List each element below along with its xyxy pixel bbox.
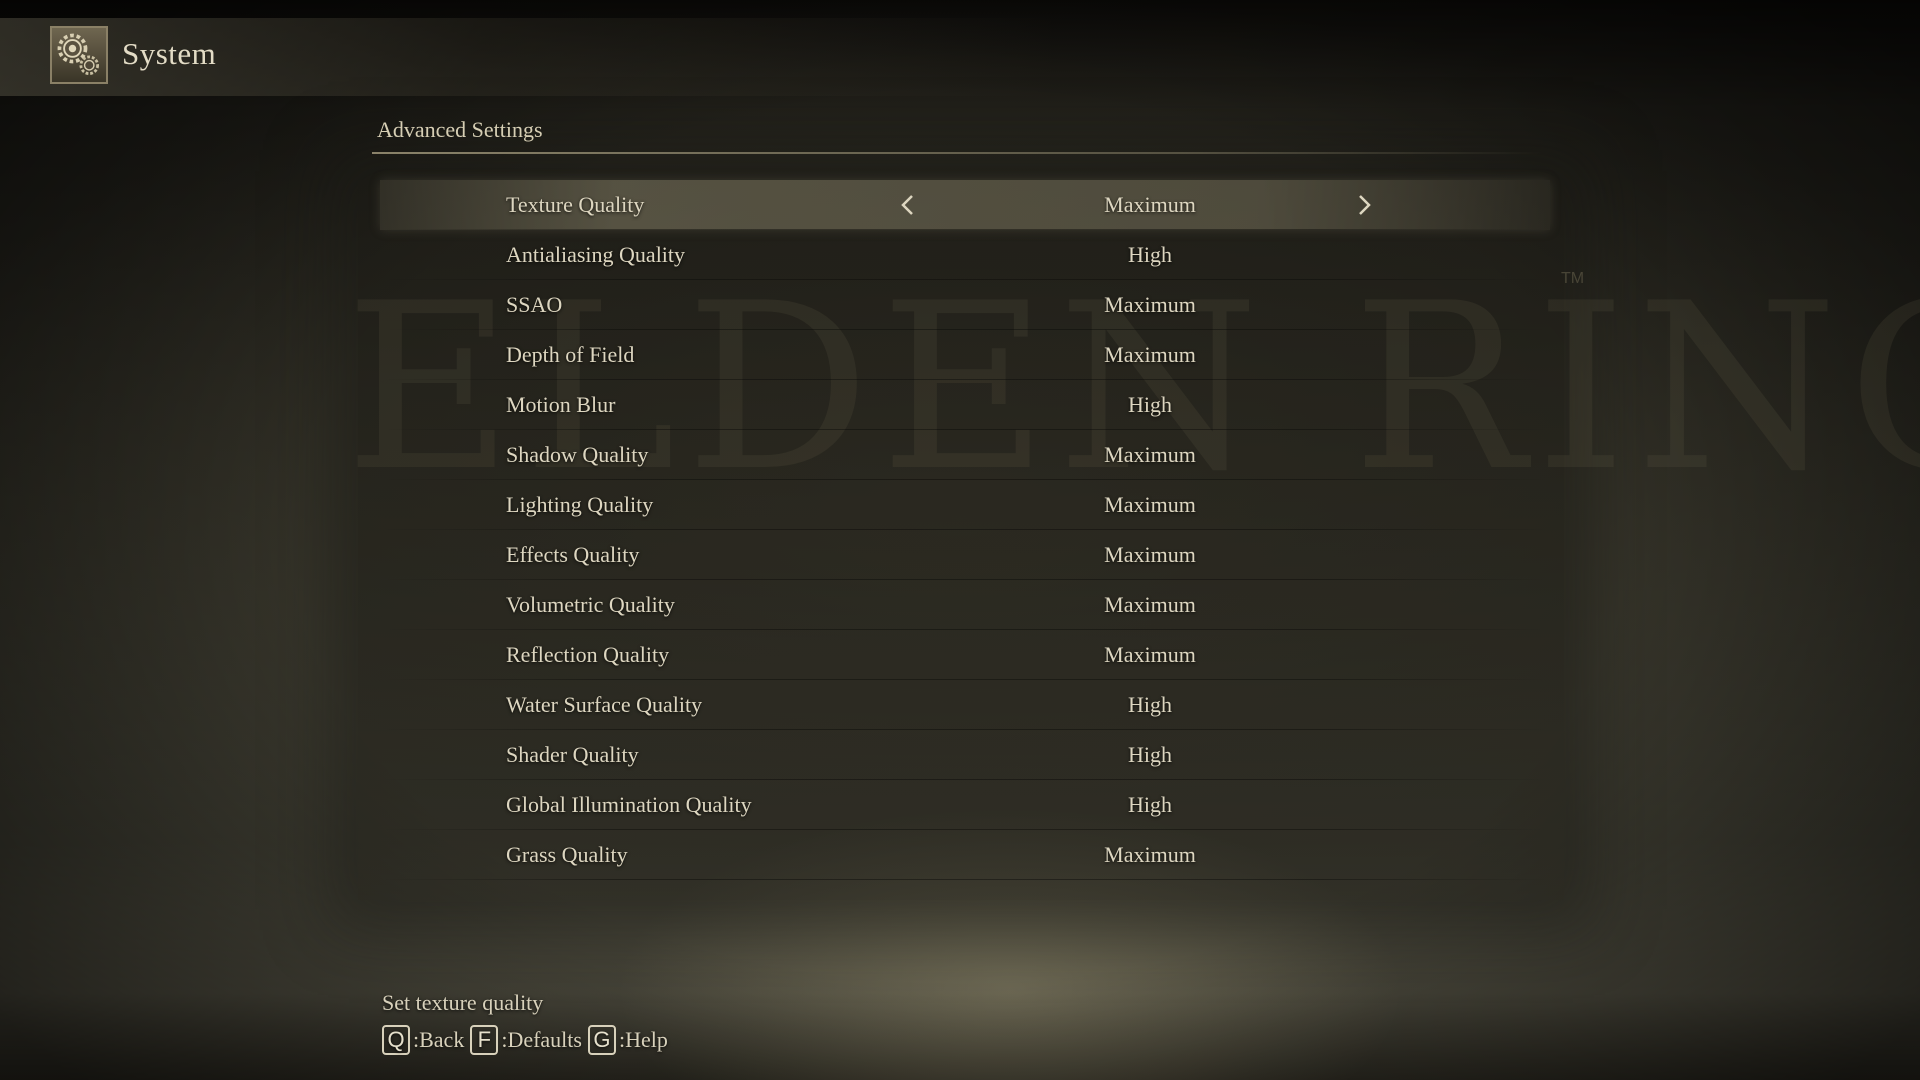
control-hints: Q :Back F :Defaults G :Help — [382, 1024, 674, 1056]
key-g-icon: G — [587, 1025, 616, 1055]
setting-value: High — [1128, 692, 1172, 717]
setting-label: Grass Quality — [506, 842, 628, 867]
setting-value: Maximum — [1104, 292, 1196, 317]
trademark-mark: TM — [1561, 270, 1585, 287]
setting-label: Motion Blur — [506, 392, 616, 417]
help-text: Set texture quality — [382, 990, 544, 1015]
setting-row-water-surface-quality[interactable]: Water Surface Quality High — [380, 680, 1550, 730]
setting-value: Maximum — [1104, 192, 1196, 217]
setting-value: Maximum — [1104, 542, 1196, 567]
setting-row-shadow-quality[interactable]: Shadow Quality Maximum — [380, 430, 1550, 480]
setting-value: High — [1128, 392, 1172, 417]
setting-value: Maximum — [1104, 642, 1196, 667]
control-label: :Defaults — [501, 1027, 582, 1052]
setting-label: Reflection Quality — [506, 642, 670, 667]
key-f-icon: F — [470, 1025, 499, 1055]
setting-value: Maximum — [1104, 492, 1196, 517]
setting-value: Maximum — [1104, 442, 1196, 467]
header-bar — [0, 18, 1920, 96]
setting-label: Shadow Quality — [506, 442, 649, 467]
defaults-control[interactable]: F :Defaults — [470, 1025, 582, 1055]
setting-label: Volumetric Quality — [506, 592, 675, 617]
setting-label: SSAO — [506, 292, 563, 317]
setting-row-volumetric-quality[interactable]: Volumetric Quality Maximum — [380, 580, 1550, 630]
setting-value: Maximum — [1104, 342, 1196, 367]
setting-value: Maximum — [1104, 592, 1196, 617]
setting-label: Global Illumination Quality — [506, 792, 752, 817]
setting-row-antialiasing-quality[interactable]: Antialiasing Quality High — [380, 230, 1550, 280]
setting-label: Shader Quality — [506, 742, 639, 767]
chevron-left-icon[interactable] — [898, 193, 918, 217]
setting-row-ssao[interactable]: SSAO Maximum — [380, 280, 1550, 330]
setting-label: Depth of Field — [506, 342, 635, 367]
setting-row-grass-quality[interactable]: Grass Quality Maximum — [380, 830, 1550, 880]
setting-value: High — [1128, 742, 1172, 767]
key-q-icon: Q — [382, 1025, 410, 1055]
help-control[interactable]: G :Help — [587, 1025, 668, 1055]
control-label: :Help — [618, 1027, 668, 1052]
setting-row-lighting-quality[interactable]: Lighting Quality Maximum — [380, 480, 1550, 530]
setting-row-effects-quality[interactable]: Effects Quality Maximum — [380, 530, 1550, 580]
setting-value: High — [1128, 242, 1172, 267]
section-title: Advanced Settings — [377, 117, 543, 142]
setting-label: Effects Quality — [506, 542, 640, 567]
setting-label: Texture Quality — [506, 192, 645, 217]
setting-row-global-illumination-quality[interactable]: Global Illumination Quality High — [380, 780, 1550, 830]
control-label: :Back — [413, 1027, 465, 1052]
setting-label: Water Surface Quality — [506, 692, 703, 717]
setting-value: High — [1128, 792, 1172, 817]
setting-row-shader-quality[interactable]: Shader Quality High — [380, 730, 1550, 780]
back-control[interactable]: Q :Back — [382, 1025, 464, 1055]
setting-label: Lighting Quality — [506, 492, 654, 517]
gear-icon — [50, 26, 108, 84]
setting-label: Antialiasing Quality — [506, 242, 686, 267]
setting-value: Maximum — [1104, 842, 1196, 867]
setting-row-depth-of-field[interactable]: Depth of Field Maximum — [380, 330, 1550, 380]
setting-row-motion-blur[interactable]: Motion Blur High — [380, 380, 1550, 430]
chevron-right-icon[interactable] — [1354, 193, 1374, 217]
setting-row-texture-quality[interactable]: Texture Quality Maximum — [380, 180, 1550, 230]
setting-row-reflection-quality[interactable]: Reflection Quality Maximum — [380, 630, 1550, 680]
section-divider — [372, 152, 1544, 154]
page-title: System — [122, 36, 217, 71]
settings-list: Texture Quality Maximum Antialiasing Qua… — [380, 180, 1550, 880]
